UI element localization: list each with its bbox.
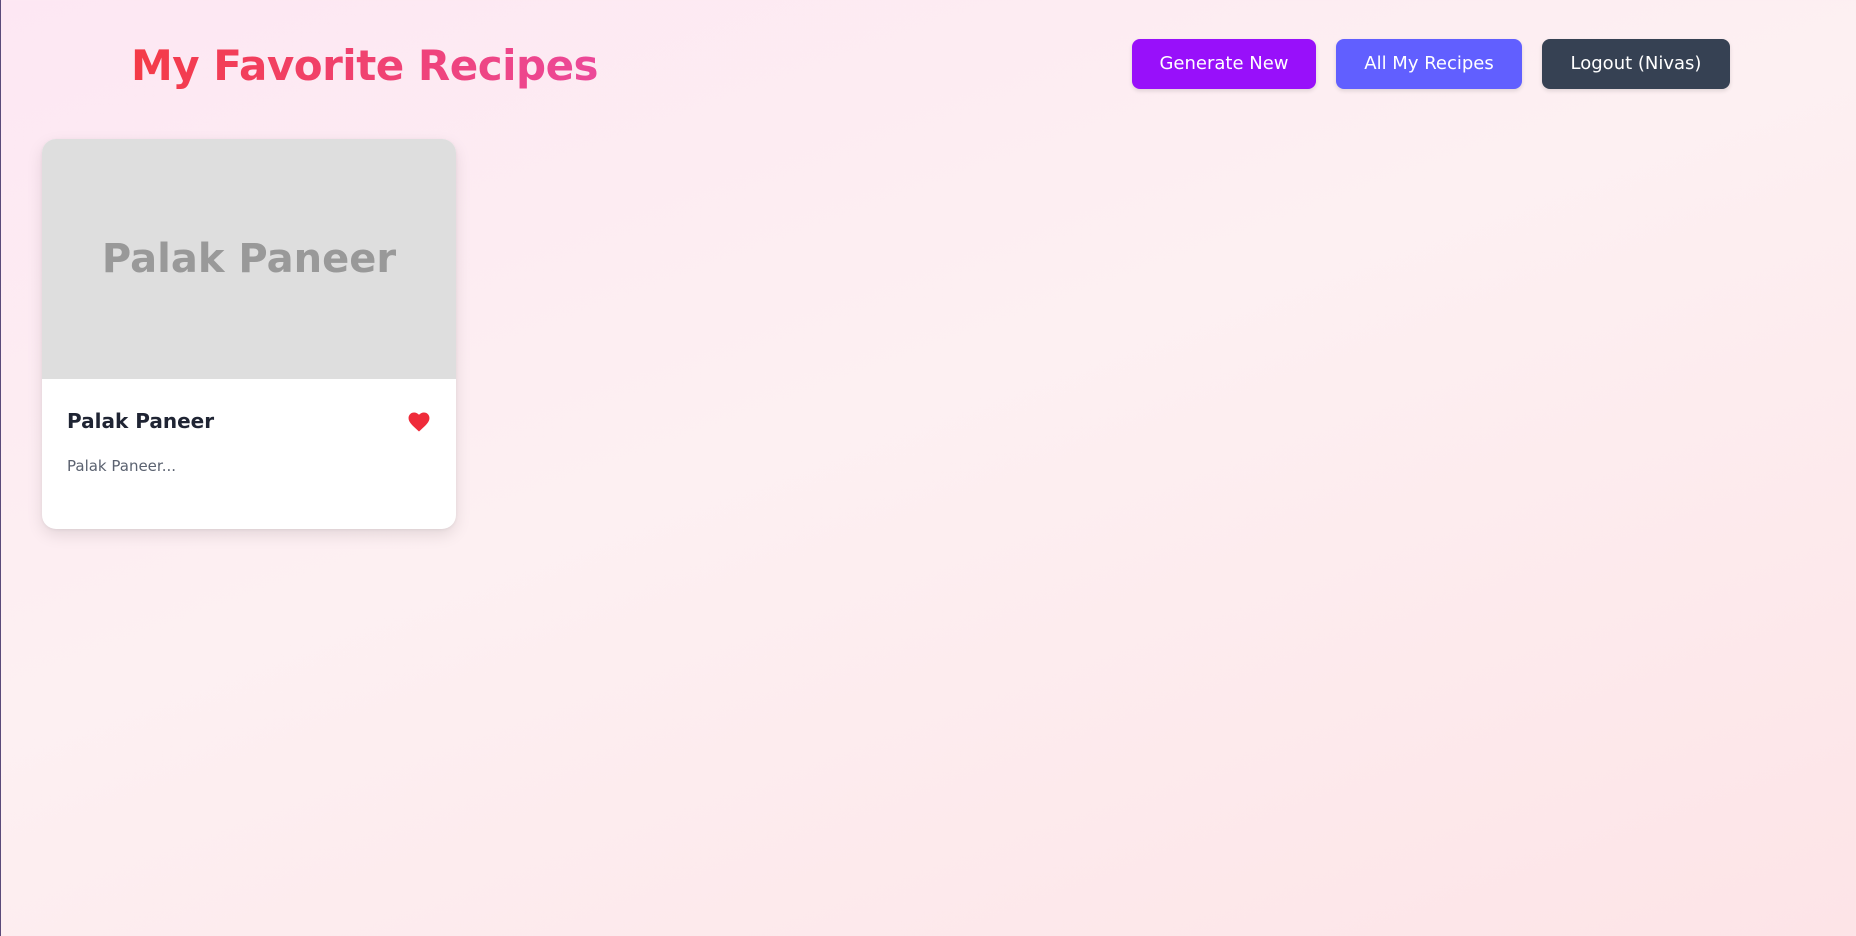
all-my-recipes-button[interactable]: All My Recipes (1336, 39, 1522, 89)
recipe-description: Palak Paneer... (67, 457, 176, 475)
recipe-image-placeholder: Palak Paneer (42, 139, 456, 379)
recipe-title: Palak Paneer (67, 409, 215, 433)
logout-button[interactable]: Logout (Nivas) (1542, 39, 1730, 89)
heart-icon[interactable] (408, 412, 430, 432)
heart-icon-graphic (408, 412, 430, 432)
recipe-image-placeholder-text: Palak Paneer (101, 236, 397, 282)
page-title: My Favorite Recipes (131, 41, 599, 90)
header: My Favorite Recipes Generate New All My … (1, 0, 1856, 135)
recipe-card[interactable]: Palak Paneer Palak Paneer Palak Paneer..… (42, 139, 456, 529)
generate-new-button[interactable]: Generate New (1132, 39, 1316, 89)
